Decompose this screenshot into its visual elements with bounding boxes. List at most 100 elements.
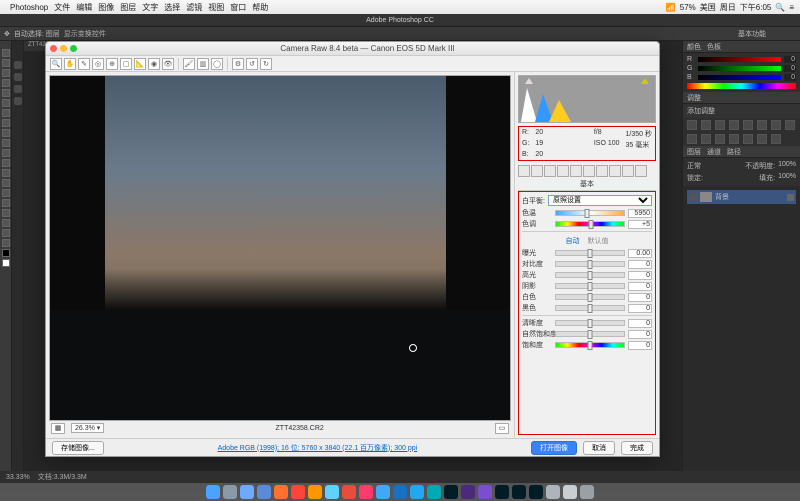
marquee-tool[interactable]: [2, 59, 10, 67]
vibrance-icon[interactable]: [743, 120, 753, 130]
dock-app-21[interactable]: [563, 485, 577, 499]
selective-color-icon[interactable]: [771, 134, 781, 144]
adjustments-tab[interactable]: 调整: [687, 93, 701, 103]
default-link[interactable]: 默认值: [588, 238, 609, 245]
camera-tab-icon[interactable]: [609, 165, 621, 177]
dock-app-18[interactable]: [512, 485, 526, 499]
menu-window[interactable]: 窗口: [230, 2, 246, 13]
save-image-button[interactable]: 存储图像...: [52, 441, 104, 455]
redeye-tool-icon[interactable]: 👁: [162, 58, 174, 70]
zoom-level[interactable]: 26.3% ▾: [71, 423, 104, 433]
g-slider[interactable]: [698, 66, 781, 71]
crop-tool-icon[interactable]: ▢: [120, 58, 132, 70]
shadows-slider[interactable]: [555, 283, 625, 289]
open-image-button[interactable]: 打开图像: [531, 441, 577, 455]
menu-type[interactable]: 文字: [142, 2, 158, 13]
split-tab-icon[interactable]: [570, 165, 582, 177]
dock-app-7[interactable]: [325, 485, 339, 499]
zoom-window-icon[interactable]: [70, 45, 77, 52]
layer-row[interactable]: 背景: [687, 190, 796, 204]
adjustment-brush-icon[interactable]: 🖌: [183, 58, 195, 70]
dock-app-16[interactable]: [478, 485, 492, 499]
snapshots-tab-icon[interactable]: [635, 165, 647, 177]
zoom-tool[interactable]: [2, 239, 10, 247]
close-icon[interactable]: [50, 45, 57, 52]
menu-layer[interactable]: 图层: [120, 2, 136, 13]
gradient-map-icon[interactable]: [757, 134, 767, 144]
highlights-slider[interactable]: [555, 272, 625, 278]
minimize-icon[interactable]: [60, 45, 67, 52]
dock-app-12[interactable]: [410, 485, 424, 499]
graduated-filter-icon[interactable]: ▥: [197, 58, 209, 70]
path-tool[interactable]: [2, 209, 10, 217]
straighten-tool-icon[interactable]: 📐: [134, 58, 146, 70]
swatches-tab[interactable]: 色板: [707, 42, 721, 52]
color-sampler-icon[interactable]: ◎: [92, 58, 104, 70]
crop-tool[interactable]: [2, 89, 10, 97]
photo-filter-icon[interactable]: [785, 120, 795, 130]
opacity-value[interactable]: 100%: [778, 161, 796, 171]
basic-tab-icon[interactable]: [518, 165, 530, 177]
dock-app-15[interactable]: [461, 485, 475, 499]
b-value[interactable]: 0: [784, 74, 796, 81]
workflow-link[interactable]: Adobe RGB (1998); 16 位; 5760 x 3840 (22.…: [110, 443, 525, 453]
workspace-switcher[interactable]: 基本功能: [738, 29, 766, 39]
menu-filter[interactable]: 滤镜: [186, 2, 202, 13]
shadows-value[interactable]: 0: [628, 282, 652, 291]
status-zoom[interactable]: 33.33%: [6, 474, 30, 481]
dock-app-3[interactable]: [257, 485, 271, 499]
radial-filter-icon[interactable]: ◯: [211, 58, 223, 70]
posterize-icon[interactable]: [729, 134, 739, 144]
whites-value[interactable]: 0: [628, 293, 652, 302]
shape-tool[interactable]: [2, 219, 10, 227]
tint-value[interactable]: +5: [628, 220, 652, 229]
filmstrip-toggle-icon[interactable]: ▦: [51, 423, 65, 434]
layers-tab[interactable]: 图层: [687, 147, 701, 157]
presets-tab-icon[interactable]: [622, 165, 634, 177]
r-value[interactable]: 0: [784, 56, 796, 63]
whites-slider[interactable]: [555, 294, 625, 300]
type-tool[interactable]: [2, 199, 10, 207]
saturation-slider[interactable]: [555, 342, 625, 348]
channel-mixer-icon[interactable]: [687, 134, 697, 144]
lasso-tool[interactable]: [2, 69, 10, 77]
curves-icon[interactable]: [715, 120, 725, 130]
curve-tab-icon[interactable]: [531, 165, 543, 177]
r-slider[interactable]: [698, 57, 781, 62]
dock-app-9[interactable]: [359, 485, 373, 499]
info-panel-icon[interactable]: [14, 97, 22, 105]
dock-app-14[interactable]: [444, 485, 458, 499]
move-tool[interactable]: [2, 49, 10, 57]
visibility-icon[interactable]: [689, 193, 697, 201]
dock-app-8[interactable]: [342, 485, 356, 499]
hue-ramp[interactable]: [687, 83, 796, 89]
dock-app-6[interactable]: [308, 485, 322, 499]
hand-tool-icon[interactable]: ✋: [64, 58, 76, 70]
levels-icon[interactable]: [701, 120, 711, 130]
paths-tab[interactable]: 路径: [727, 147, 741, 157]
exposure-slider[interactable]: [555, 250, 625, 256]
foreground-color[interactable]: [2, 249, 10, 257]
menu-extra-icon[interactable]: ≡: [789, 3, 794, 12]
white-balance-tool-icon[interactable]: ✎: [78, 58, 90, 70]
gradient-tool[interactable]: [2, 159, 10, 167]
stamp-tool[interactable]: [2, 129, 10, 137]
properties-panel-icon[interactable]: [14, 85, 22, 93]
dock-app-19[interactable]: [529, 485, 543, 499]
tint-slider[interactable]: [555, 221, 625, 227]
saturation-value[interactable]: 0: [628, 341, 652, 350]
blend-mode-select[interactable]: 正常: [687, 161, 701, 171]
dock-app-5[interactable]: [291, 485, 305, 499]
lens-tab-icon[interactable]: [583, 165, 595, 177]
brightness-icon[interactable]: [687, 120, 697, 130]
g-value[interactable]: 0: [784, 65, 796, 72]
spot-removal-icon[interactable]: ◉: [148, 58, 160, 70]
dock-app-0[interactable]: [206, 485, 220, 499]
dock-app-17[interactable]: [495, 485, 509, 499]
app-menu[interactable]: Photoshop: [10, 3, 48, 12]
exposure-value[interactable]: 0.00: [628, 249, 652, 258]
clarity-value[interactable]: 0: [628, 319, 652, 328]
menu-edit[interactable]: 编辑: [76, 2, 92, 13]
wb-select[interactable]: 原照设置: [548, 195, 652, 206]
contrast-value[interactable]: 0: [628, 260, 652, 269]
